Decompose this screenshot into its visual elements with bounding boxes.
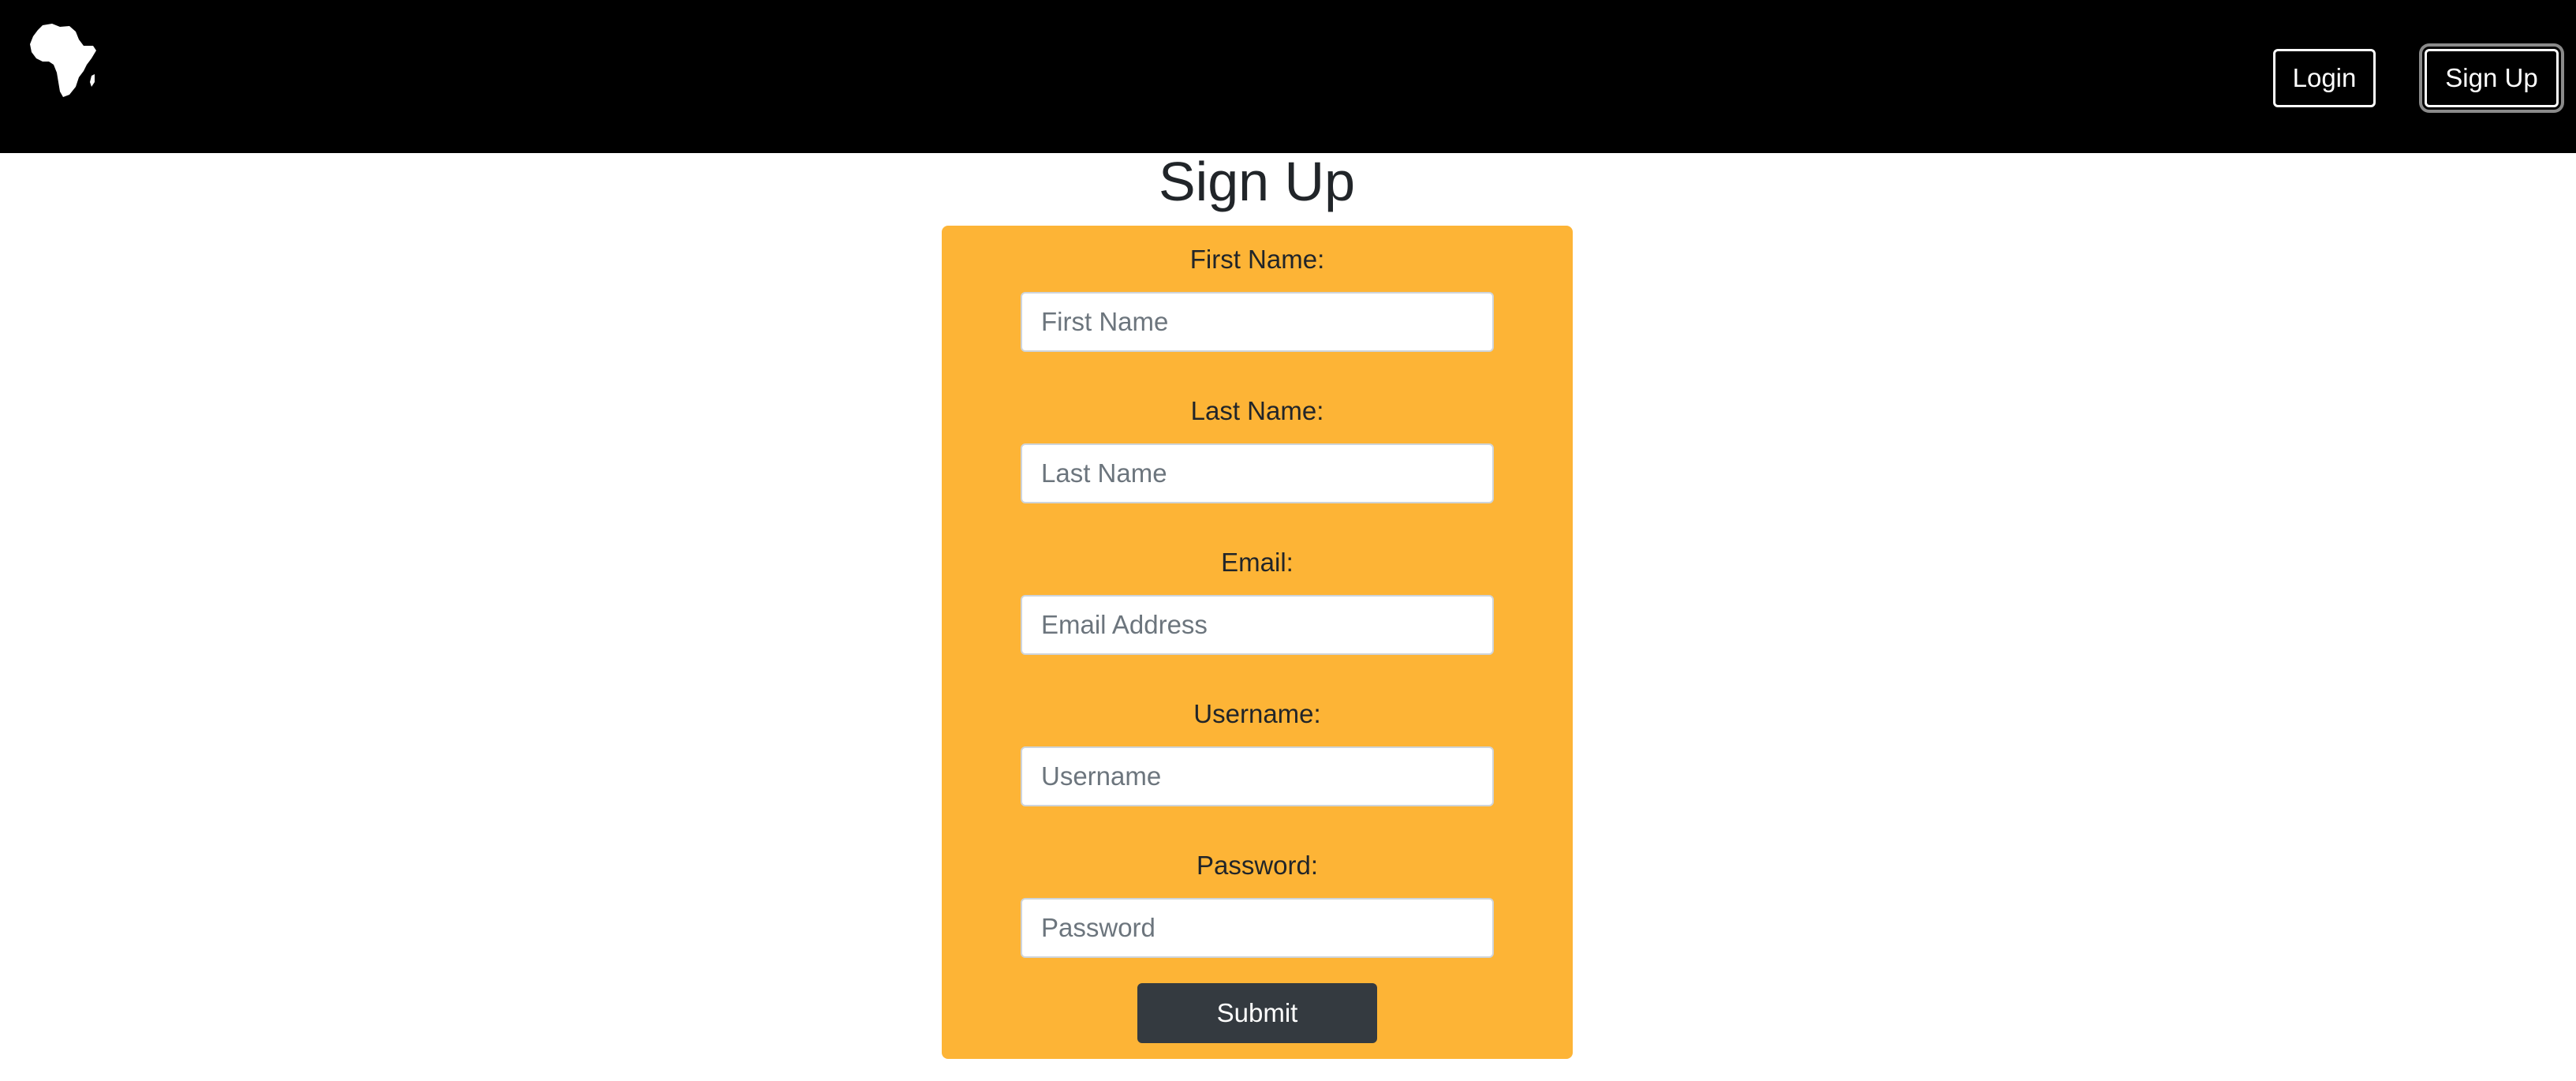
- submit-button[interactable]: Submit: [1137, 983, 1377, 1043]
- africa-logo-icon[interactable]: [28, 22, 99, 98]
- page-title: Sign Up: [1158, 151, 1356, 212]
- login-button[interactable]: Login: [2273, 49, 2376, 107]
- email-input[interactable]: [1021, 595, 1494, 655]
- last-name-input[interactable]: [1021, 443, 1494, 503]
- first-name-input[interactable]: [1021, 292, 1494, 352]
- email-label: Email:: [1221, 548, 1294, 577]
- signup-form: First Name: Last Name: Email: Username: …: [942, 226, 1573, 1059]
- password-label: Password:: [1196, 851, 1319, 880]
- first-name-label: First Name:: [1189, 245, 1325, 274]
- signup-button[interactable]: Sign Up: [2425, 49, 2559, 107]
- last-name-label: Last Name:: [1190, 396, 1324, 425]
- password-input[interactable]: [1021, 898, 1494, 958]
- username-input[interactable]: [1021, 746, 1494, 806]
- top-navbar: Login Sign Up: [0, 0, 2576, 153]
- username-label: Username:: [1193, 699, 1321, 728]
